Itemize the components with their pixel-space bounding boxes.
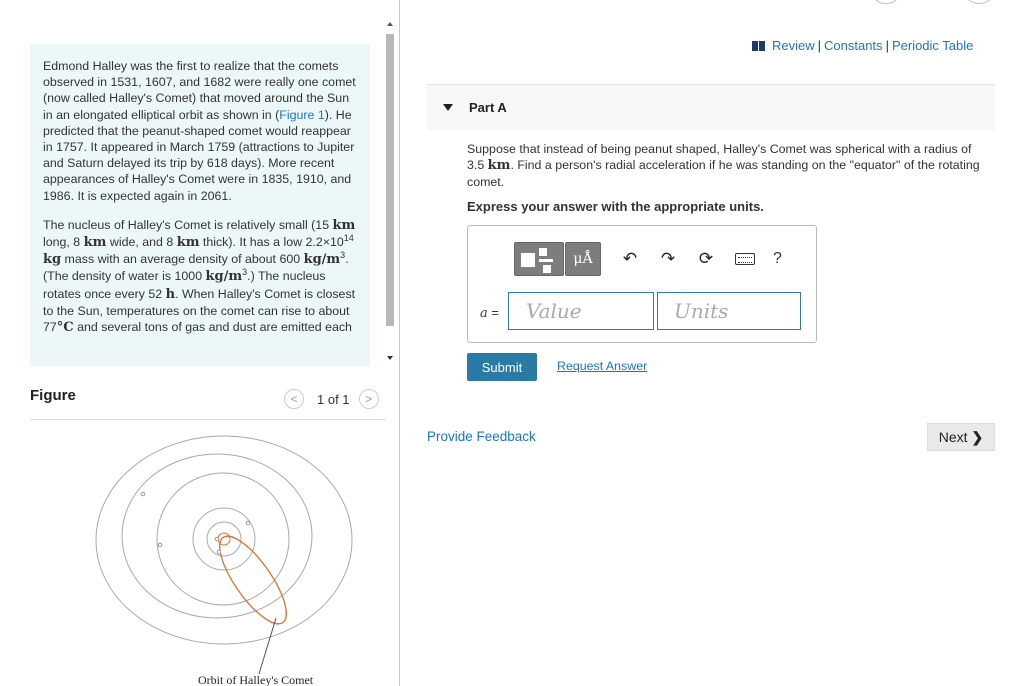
figure-next-button[interactable]: > bbox=[358, 389, 379, 409]
next-label: Next bbox=[938, 429, 968, 445]
p2-b: long, 8 bbox=[43, 235, 84, 250]
reset-icon[interactable]: ⟳ bbox=[697, 249, 715, 269]
planet-dot bbox=[216, 549, 222, 555]
unit-km: km bbox=[83, 235, 107, 251]
variable-label: a = bbox=[480, 305, 499, 321]
unit-km: km bbox=[332, 217, 356, 233]
p2-d: thick). It has a low 2.2×10 bbox=[199, 235, 344, 250]
planet-dot bbox=[245, 520, 251, 526]
unit-km: km bbox=[487, 158, 511, 173]
orbit-ring bbox=[95, 435, 353, 645]
constants-link[interactable]: Constants bbox=[824, 38, 883, 53]
planet-dot bbox=[214, 536, 220, 542]
unit-degc: °C bbox=[56, 320, 74, 336]
caption-leader-line bbox=[258, 617, 277, 675]
part-title[interactable]: Part A bbox=[469, 100, 507, 115]
p2-a: The nucleus of Halley's Comet is relativ… bbox=[43, 217, 333, 232]
figure-pager: < 1 of 1 > bbox=[284, 389, 379, 409]
planet-dot bbox=[140, 491, 146, 497]
collapse-caret-icon[interactable] bbox=[443, 104, 453, 111]
exponent: 14 bbox=[343, 232, 354, 243]
figure-link[interactable]: Figure 1 bbox=[279, 108, 324, 122]
question-b: . Find a person's radial acceleration if… bbox=[467, 158, 980, 189]
part-a-header[interactable] bbox=[427, 85, 995, 130]
request-answer-link[interactable]: Request Answer bbox=[557, 359, 647, 373]
halley-orbit-figure bbox=[95, 435, 353, 675]
link-separator: | bbox=[885, 38, 889, 53]
undo-icon[interactable]: ↶ bbox=[621, 249, 639, 269]
orbit-ring bbox=[121, 453, 313, 619]
unit-kg-per-m3: kg/m bbox=[205, 269, 243, 285]
book-icon bbox=[752, 40, 766, 51]
intro-scrollbar[interactable] bbox=[384, 22, 396, 368]
templates-icon[interactable] bbox=[514, 242, 564, 276]
figure-title: Figure bbox=[30, 387, 76, 404]
halley-comet-orbit bbox=[219, 535, 287, 625]
periodic-table-link[interactable]: Periodic Table bbox=[892, 38, 973, 53]
orbit-ring bbox=[156, 472, 290, 606]
p2-c: wide, and 8 bbox=[106, 235, 177, 250]
answer-instruction: Express your answer with the appropriate… bbox=[467, 199, 764, 214]
planet-dot bbox=[157, 542, 163, 548]
scroll-up-arrow-icon[interactable] bbox=[387, 22, 393, 26]
keyboard-icon[interactable] bbox=[735, 253, 755, 265]
unit-km: km bbox=[176, 235, 200, 251]
intro-paragraph-1: Edmond Halley was the first to realize t… bbox=[43, 58, 360, 204]
units-input[interactable] bbox=[657, 292, 801, 330]
scroll-thumb[interactable] bbox=[386, 34, 394, 326]
answer-box: μÅ ↶ ↷ ⟳ ? a = bbox=[467, 225, 817, 343]
units-symbols-button[interactable]: μÅ bbox=[565, 242, 601, 276]
scroll-down-arrow-icon[interactable] bbox=[387, 356, 393, 360]
chevron-right-icon: ❯ bbox=[971, 428, 984, 445]
unit-kg-per-m3: kg/m bbox=[303, 252, 341, 268]
unit-h: h bbox=[165, 286, 176, 302]
figure-caption: Orbit of Halley's Comet bbox=[198, 673, 314, 686]
top-circle-left bbox=[872, 0, 900, 4]
intro-text-panel: Edmond Halley was the first to realize t… bbox=[30, 44, 370, 366]
resource-links: Review | Constants | Periodic Table bbox=[752, 38, 973, 53]
submit-button[interactable]: Submit bbox=[467, 353, 537, 381]
panel-divider bbox=[399, 0, 400, 686]
left-panel: Edmond Halley was the first to realize t… bbox=[0, 0, 400, 686]
figure-page-count: 1 of 1 bbox=[317, 391, 350, 407]
p2-e: mass with an average density of about 60… bbox=[61, 252, 304, 267]
orbit-ring bbox=[192, 507, 256, 571]
unit-kg: kg bbox=[43, 252, 62, 268]
figure-prev-button[interactable]: < bbox=[284, 389, 304, 409]
p2-i: and several tons of gas and dust are emi… bbox=[73, 320, 352, 335]
figure-divider bbox=[30, 419, 386, 420]
redo-icon[interactable]: ↷ bbox=[659, 249, 677, 269]
next-button[interactable]: Next ❯ bbox=[927, 423, 995, 451]
value-input[interactable] bbox=[508, 292, 654, 330]
link-separator: | bbox=[817, 38, 822, 53]
top-circle-right bbox=[965, 0, 993, 4]
math-toolbar: μÅ ↶ ↷ ⟳ ? bbox=[514, 242, 782, 276]
provide-feedback-link[interactable]: Provide Feedback bbox=[427, 429, 536, 444]
variable-symbol: a bbox=[480, 306, 488, 321]
intro-paragraph-2: The nucleus of Halley's Comet is relativ… bbox=[43, 217, 360, 336]
equals-sign: = bbox=[487, 305, 499, 320]
question-text: Suppose that instead of being peanut sha… bbox=[467, 141, 991, 190]
help-icon[interactable]: ? bbox=[773, 250, 782, 268]
review-link[interactable]: Review bbox=[772, 38, 815, 53]
